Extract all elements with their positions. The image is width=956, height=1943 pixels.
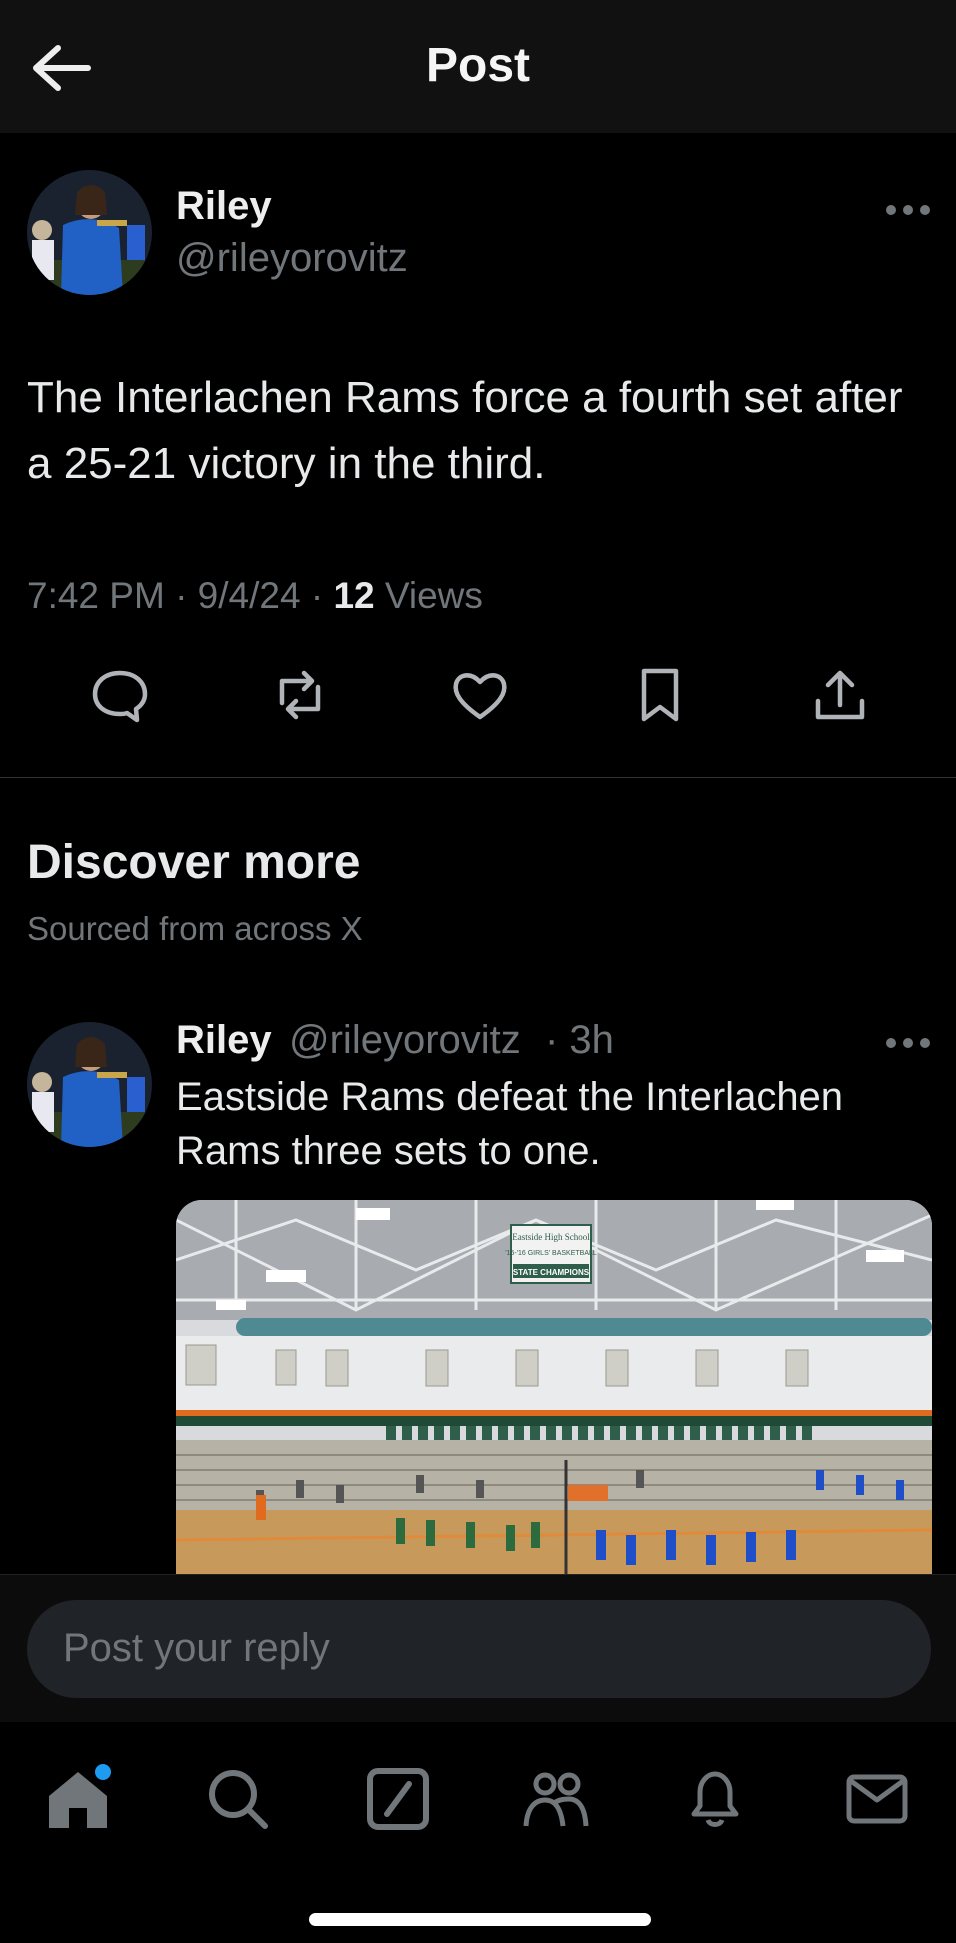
- author-name[interactable]: Riley: [176, 184, 272, 229]
- post-media-image[interactable]: Eastside High School '15-'16 GIRLS' BASK…: [176, 1200, 932, 1574]
- home-indicator: [309, 1913, 651, 1926]
- reply-placeholder: Post your reply: [63, 1626, 330, 1670]
- communities-icon[interactable]: [521, 1764, 591, 1834]
- search-icon[interactable]: [203, 1764, 273, 1834]
- post-text: The Interlachen Rams force a fourth set …: [27, 373, 903, 488]
- avatar[interactable]: [27, 1022, 152, 1147]
- reply-icon[interactable]: [90, 665, 150, 725]
- related-author-name[interactable]: Riley: [176, 1018, 272, 1063]
- page-title: Post: [425, 39, 530, 92]
- reply-input[interactable]: Post your reply: [27, 1600, 931, 1698]
- views-label: Views: [374, 575, 483, 616]
- reply-bar: Post your reply: [0, 1574, 956, 1723]
- banner-line2: '15-'16 GIRLS' BASKETBALL: [505, 1250, 597, 1257]
- views-count: 12: [333, 575, 375, 616]
- author-handle[interactable]: @rileyorovitz: [176, 236, 408, 281]
- top-bar: Post: [0, 0, 956, 133]
- grok-icon[interactable]: [363, 1764, 433, 1834]
- share-icon[interactable]: [810, 665, 870, 725]
- divider: [0, 777, 956, 778]
- post-timestamp: 7:42 PM · 9/4/24 ·: [27, 575, 334, 616]
- discover-title: Discover more: [27, 836, 361, 889]
- banner-line3: STATE CHAMPIONS: [513, 1268, 590, 1277]
- messages-icon[interactable]: [842, 1764, 912, 1834]
- avatar[interactable]: [27, 170, 152, 295]
- like-icon[interactable]: [450, 665, 510, 725]
- repost-icon[interactable]: [270, 665, 330, 725]
- discover-subtitle: Sourced from across X: [27, 910, 363, 947]
- notifications-icon[interactable]: [680, 1764, 750, 1834]
- related-author-handle[interactable]: @rileyorovitz: [289, 1018, 521, 1063]
- more-options-icon[interactable]: [884, 203, 932, 217]
- related-post-text: Eastside Rams defeat the Interlachen Ram…: [176, 1075, 844, 1173]
- home-icon[interactable]: [43, 1764, 113, 1834]
- more-options-icon[interactable]: [884, 1036, 932, 1050]
- bottom-nav: [0, 1722, 956, 1943]
- post-meta: 7:42 PM · 9/4/24 · 12 Views: [27, 575, 483, 617]
- bookmark-icon[interactable]: [630, 665, 690, 725]
- banner-line1: Eastside High School: [512, 1232, 590, 1242]
- related-post-age: · 3h: [545, 1018, 614, 1062]
